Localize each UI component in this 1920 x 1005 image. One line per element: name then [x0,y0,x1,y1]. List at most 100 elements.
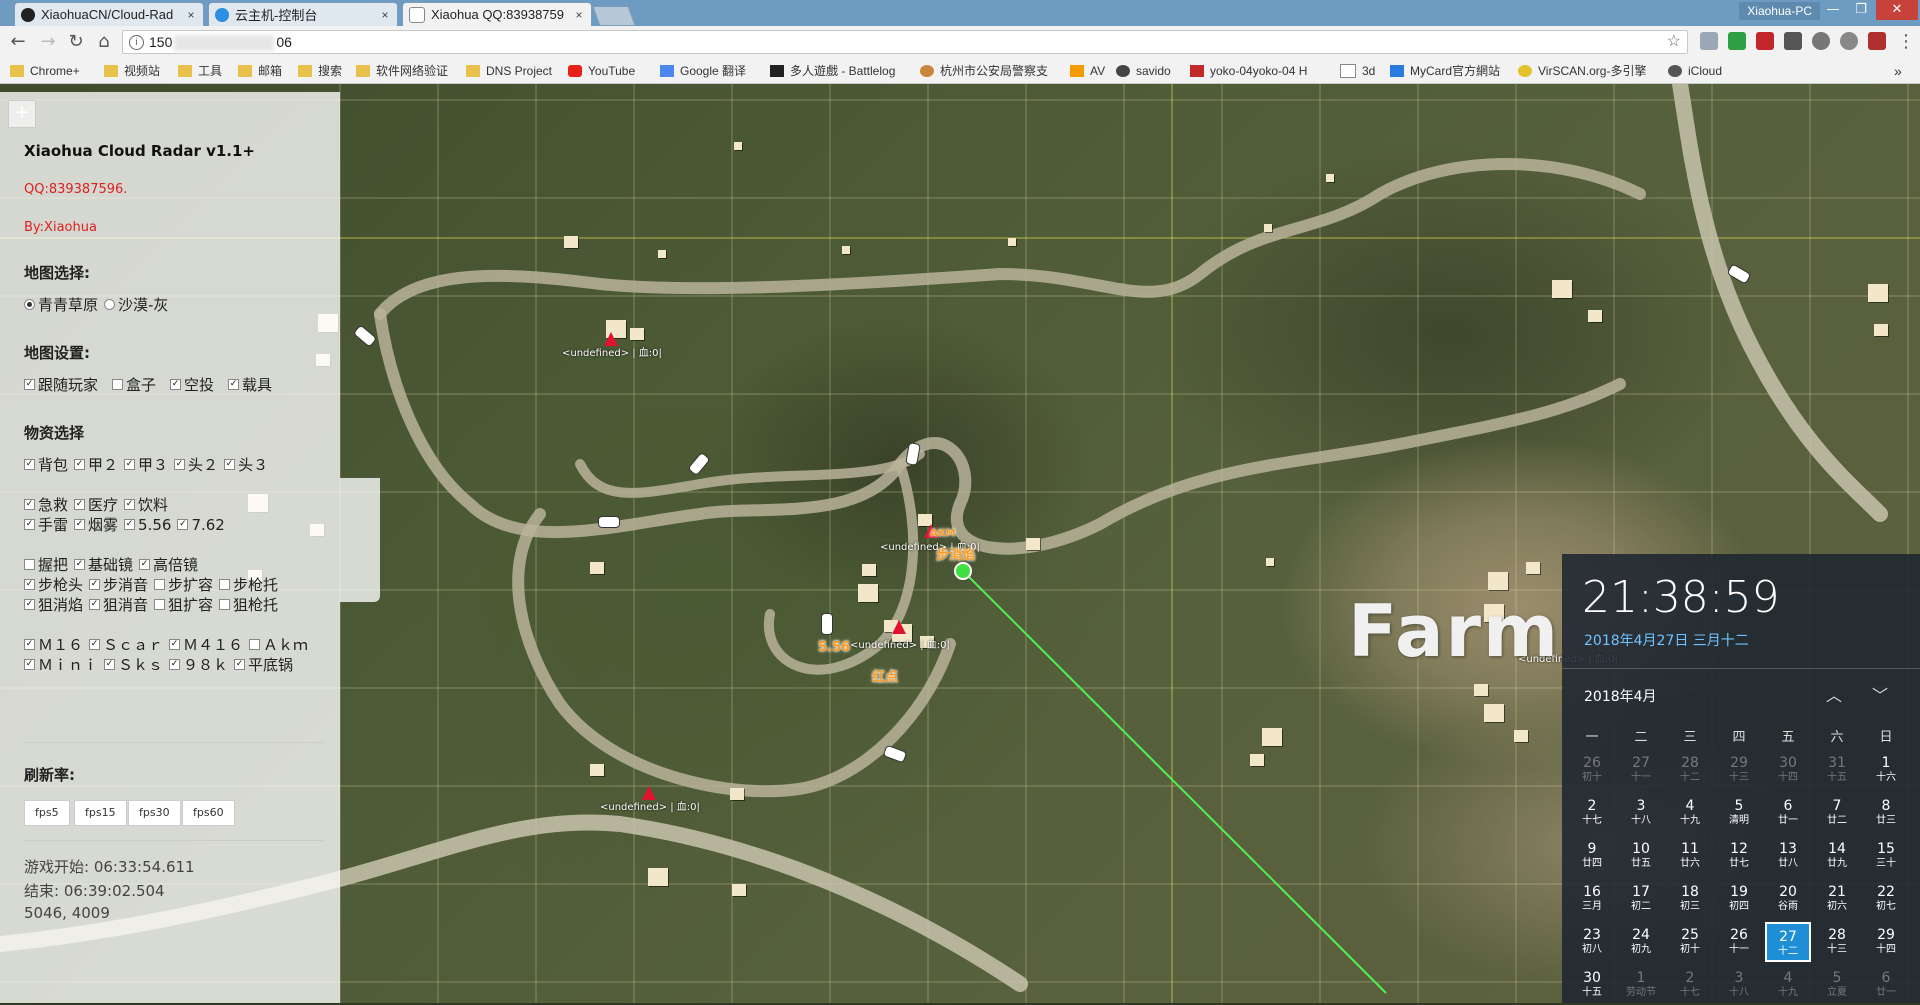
item-checkbox[interactable]: ✓ 步枪头 [24,574,83,595]
item-checkbox[interactable]: ✓ Ｓｋｓ [104,654,163,675]
calendar-day[interactable]: 10 廿五 [1618,836,1664,876]
menu-icon[interactable]: ⋮ [1894,30,1918,54]
item-checkbox[interactable]: ✓ 狙消音 [89,594,148,615]
calendar-day[interactable]: 23 初八 [1569,922,1615,962]
item-checkbox[interactable]: ✓ 狙消焰 [24,594,83,615]
calendar-day[interactable]: 17 初二 [1618,879,1664,919]
item-checkbox[interactable]: ✓ 基础镜 [74,554,133,575]
calendar-day[interactable]: 6 廿一 [1863,965,1909,1005]
item-checkbox[interactable]: ✓ 急救 [24,494,68,515]
item-checkbox[interactable]: Ａｋｍ [249,634,308,655]
calendar-day[interactable]: 13 廿八 [1765,836,1811,876]
calendar-day[interactable]: 5 清明 [1716,793,1762,833]
bookmark-item[interactable]: 3d [1340,62,1375,80]
forward-button[interactable]: → [36,30,60,54]
tab-console[interactable]: 云主机-控制台 × [208,2,398,26]
bookmark-item[interactable]: 视频站 [104,62,160,80]
home-icon[interactable]: ⌂ [92,30,116,54]
item-checkbox[interactable]: 步扩容 [154,574,213,595]
item-checkbox[interactable]: ✓ 头３ [224,454,268,475]
calendar-day[interactable]: 25 初十 [1667,922,1713,962]
calendar-day[interactable]: 27 十一 [1618,750,1664,790]
fps30-button[interactable]: fps30 [128,800,181,826]
calendar-day[interactable]: 6 廿一 [1765,793,1811,833]
calendar-day[interactable]: 1 十六 [1863,750,1909,790]
item-checkbox[interactable]: ✓ 医疗 [74,494,118,515]
calendar-day[interactable]: 19 初四 [1716,879,1762,919]
bookmark-item[interactable]: YouTube [568,62,635,80]
item-checkbox[interactable]: ✓ Ｍｉｎｉ [24,654,98,675]
info-icon[interactable]: i [129,35,144,50]
chevron-down-icon[interactable]: ﹀ [1872,682,1888,706]
calendar-day[interactable]: 31 十五 [1814,750,1860,790]
bookmark-item[interactable]: Chrome+ [10,62,80,80]
download-icon[interactable] [1700,32,1718,50]
bookmark-item[interactable]: DNS Project [466,62,552,80]
map-radio-grassland[interactable]: 青青草原 [24,294,98,315]
calendar-month[interactable]: 2018年4月 [1584,686,1657,706]
calendar-day[interactable]: 28 十三 [1814,922,1860,962]
calendar-day[interactable]: 9 廿四 [1569,836,1615,876]
fps15-button[interactable]: fps15 [74,800,127,826]
item-checkbox[interactable]: ✓ 甲３ [124,454,168,475]
calendar-day[interactable]: 8 廿三 [1863,793,1909,833]
item-checkbox[interactable]: ✓ 5.56 [124,514,171,535]
item-checkbox[interactable]: ✓ 平底锅 [234,654,293,675]
bookmark-item[interactable]: savido [1116,62,1171,80]
bookmark-item[interactable]: iCloud [1668,62,1722,80]
bookmark-item[interactable]: 搜索 [298,62,342,80]
calendar-day[interactable]: 15 三十 [1863,836,1909,876]
bookmark-item[interactable]: MyCard官方網站 [1390,62,1500,80]
calendar-day[interactable]: 3 十八 [1618,793,1664,833]
calendar-day[interactable]: 26 初十 [1569,750,1615,790]
calendar-day[interactable]: 18 初三 [1667,879,1713,919]
item-checkbox[interactable]: 握把 [24,554,68,575]
calendar-day[interactable]: 20 谷雨 [1765,879,1811,919]
address-bar[interactable]: i 150 06 ☆ [122,30,1688,54]
shield-icon[interactable] [1728,32,1746,50]
bookmark-star-icon[interactable]: ☆ [1667,31,1681,53]
fps5-button[interactable]: fps5 [24,800,70,826]
item-checkbox[interactable]: 狙扩容 [154,594,213,615]
calendar-day[interactable]: 1 劳动节 [1618,965,1664,1005]
item-checkbox[interactable]: ✓ 饮料 [124,494,168,515]
item-checkbox[interactable]: ✓ 烟雾 [74,514,118,535]
profile-button[interactable]: Xiaohua-PC [1739,2,1820,20]
bookmark-item[interactable]: 杭州市公安局警察支 [920,62,1048,80]
maximize-button[interactable]: ❐ [1848,0,1874,20]
bookmark-item[interactable]: VirSCAN.org-多引擎 [1518,62,1646,80]
reload-button[interactable]: ↻ [64,30,88,54]
map-radio-desert[interactable]: 沙漠-灰 [104,294,168,315]
adblock-icon[interactable] [1756,32,1774,50]
mask-icon[interactable] [1784,32,1802,50]
bookmark-item[interactable]: 软件网络验证 [356,62,448,80]
item-checkbox[interactable]: 狙枪托 [219,594,278,615]
chevron-up-icon[interactable]: ︿ [1826,682,1842,706]
fps60-button[interactable]: fps60 [182,800,235,826]
calendar-day[interactable]: 2 十七 [1569,793,1615,833]
tab-close-icon[interactable]: × [571,8,587,22]
minimize-button[interactable]: — [1820,0,1846,20]
item-checkbox[interactable]: ✓ 步消音 [89,574,148,595]
bookmark-item[interactable]: 多人遊戲 - Battlelog [770,62,895,80]
bookmark-item[interactable]: 邮箱 [238,62,282,80]
item-checkbox[interactable]: ✓ ９８ｋ [169,654,228,675]
calendar-day[interactable]: 22 初七 [1863,879,1909,919]
calendar-day[interactable]: 3 十八 [1716,965,1762,1005]
item-checkbox[interactable]: ✓ 手雷 [24,514,68,535]
item-checkbox[interactable]: ✓ 高倍镜 [139,554,198,575]
checkbox-box[interactable]: 盒子 [112,374,156,395]
checkbox-airdrop[interactable]: ✓ 空投 [170,374,214,395]
bookmark-item[interactable]: yoko-04yoko-04 H [1190,62,1307,80]
calendar-day[interactable]: 11 廿六 [1667,836,1713,876]
calendar-day[interactable]: 28 十二 [1667,750,1713,790]
settings-icon[interactable] [1840,32,1858,50]
item-checkbox[interactable]: ✓ 头２ [174,454,218,475]
bookmark-item[interactable]: Google 翻译 [660,62,746,80]
bookmark-item[interactable]: 工具 [178,62,222,80]
bookmark-item[interactable]: AV [1070,62,1105,80]
calendar-day[interactable]: 16 三月 [1569,879,1615,919]
tab-radar[interactable]: Xiaohua QQ:83938759 × [402,2,592,26]
item-checkbox[interactable]: 步枪托 [219,574,278,595]
item-checkbox[interactable]: ✓ Ｍ１６ [24,634,83,655]
